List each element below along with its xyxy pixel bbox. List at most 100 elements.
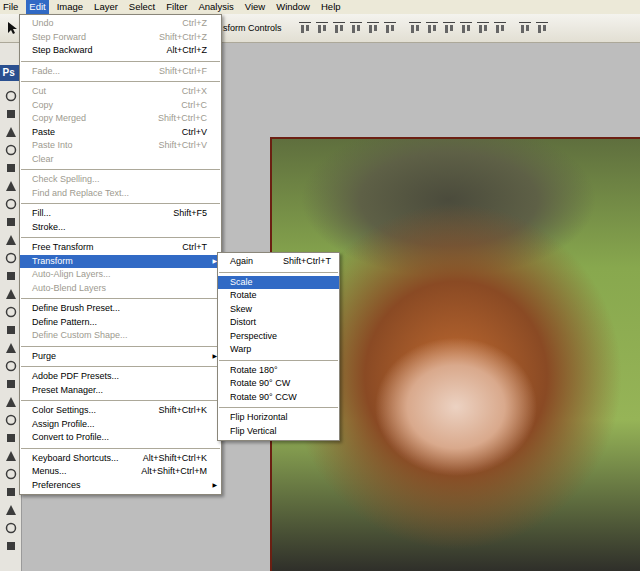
menu-bar-item[interactable]: View [242, 0, 268, 14]
tool-icon[interactable] [4, 413, 18, 427]
align-icon[interactable] [476, 21, 490, 35]
menu-bar-item[interactable]: Window [273, 0, 313, 14]
submenu-item[interactable]: Skew [218, 303, 339, 317]
menu-item[interactable]: Check Spelling... [20, 173, 221, 187]
menu-item[interactable]: Keyboard Shortcuts...Alt+Shift+Ctrl+K [20, 452, 221, 466]
menu-item[interactable]: Clear [20, 153, 221, 167]
move-tool-icon[interactable] [7, 21, 19, 35]
menu-item[interactable]: Define Custom Shape... [20, 329, 221, 343]
menu-bar-item[interactable]: File [0, 0, 21, 14]
menu-separator [21, 448, 220, 449]
align-icon[interactable] [425, 21, 439, 35]
tool-icon[interactable] [4, 485, 18, 499]
tool-icon[interactable] [4, 305, 18, 319]
tool-icon[interactable] [4, 341, 18, 355]
menu-separator [21, 400, 220, 401]
menu-separator [21, 169, 220, 170]
tool-icon[interactable] [4, 125, 18, 139]
submenu-item[interactable]: Warp [218, 343, 339, 357]
menu-bar-item[interactable]: Layer [91, 0, 121, 14]
tool-icon[interactable] [4, 89, 18, 103]
align-icon[interactable] [298, 21, 312, 35]
tool-icon[interactable] [4, 503, 18, 517]
menu-bar-item[interactable]: Analysis [195, 0, 236, 14]
menu-item[interactable]: Fade...Shift+Ctrl+F [20, 65, 221, 79]
tool-icon[interactable] [4, 395, 18, 409]
submenu-item[interactable]: Rotate [218, 289, 339, 303]
menu-item[interactable]: Step ForwardShift+Ctrl+Z [20, 31, 221, 45]
tool-icon[interactable] [4, 467, 18, 481]
menu-bar-item[interactable]: Filter [163, 0, 190, 14]
tool-icon[interactable] [4, 197, 18, 211]
menu-item[interactable]: Preset Manager... [20, 384, 221, 398]
menu-item[interactable]: Fill...Shift+F5 [20, 207, 221, 221]
align-buttons [290, 21, 549, 35]
menu-item[interactable]: UndoCtrl+Z [20, 17, 221, 31]
menu-item[interactable]: Step BackwardAlt+Ctrl+Z [20, 44, 221, 58]
tool-icon[interactable] [4, 431, 18, 445]
tool-icon[interactable] [4, 269, 18, 283]
transform-controls-label[interactable]: sform Controls [223, 23, 282, 33]
align-icon[interactable] [493, 21, 507, 35]
submenu-item[interactable]: Flip Horizontal [218, 411, 339, 425]
align-icon[interactable] [459, 21, 473, 35]
menu-item[interactable]: Assign Profile... [20, 418, 221, 432]
menu-item[interactable]: Find and Replace Text... [20, 187, 221, 201]
menu-item[interactable]: Define Brush Preset... [20, 302, 221, 316]
menu-separator [21, 366, 220, 367]
menu-bar-item[interactable]: Image [54, 0, 86, 14]
align-icon[interactable] [383, 21, 397, 35]
menu-item[interactable]: Purge▶ [20, 350, 221, 364]
tool-icon[interactable] [4, 521, 18, 535]
tool-icon[interactable] [4, 143, 18, 157]
tool-icon[interactable] [4, 161, 18, 175]
align-icon[interactable] [366, 21, 380, 35]
menu-item[interactable]: Adobe PDF Presets... [20, 370, 221, 384]
menu-item[interactable]: Define Pattern... [20, 316, 221, 330]
align-icon[interactable] [408, 21, 422, 35]
menu-item[interactable]: PasteCtrl+V [20, 126, 221, 140]
menu-item[interactable]: CopyCtrl+C [20, 99, 221, 113]
menu-item[interactable]: Convert to Profile... [20, 431, 221, 445]
align-icon[interactable] [535, 21, 549, 35]
align-icon[interactable] [518, 21, 532, 35]
submenu-item[interactable]: Rotate 90° CCW [218, 391, 339, 405]
submenu-item[interactable]: Flip Vertical [218, 425, 339, 439]
tool-icon[interactable] [4, 233, 18, 247]
tool-icon[interactable] [4, 449, 18, 463]
tool-icon[interactable] [4, 539, 18, 553]
menu-item[interactable]: Color Settings...Shift+Ctrl+K [20, 404, 221, 418]
menu-item[interactable]: Paste IntoShift+Ctrl+V [20, 139, 221, 153]
align-icon[interactable] [332, 21, 346, 35]
menu-item[interactable]: Auto-Blend Layers [20, 282, 221, 296]
menu-item[interactable]: Preferences▶ [20, 479, 221, 493]
tool-icon[interactable] [4, 377, 18, 391]
align-icon[interactable] [315, 21, 329, 35]
menu-item[interactable]: Menus...Alt+Shift+Ctrl+M [20, 465, 221, 479]
submenu-item[interactable]: Rotate 180° [218, 364, 339, 378]
submenu-item[interactable]: Scale [218, 276, 339, 290]
menu-bar-item[interactable]: Help [318, 0, 344, 14]
tool-icon[interactable] [4, 323, 18, 337]
submenu-item[interactable]: Rotate 90° CW [218, 377, 339, 391]
menu-bar-item[interactable]: Edit [26, 0, 48, 14]
submenu-item[interactable]: Perspective [218, 330, 339, 344]
menu-separator [21, 203, 220, 204]
align-icon[interactable] [442, 21, 456, 35]
menu-bar-item[interactable]: Select [126, 0, 158, 14]
tool-icon[interactable] [4, 287, 18, 301]
align-icon[interactable] [349, 21, 363, 35]
tool-icon[interactable] [4, 359, 18, 373]
menu-item[interactable]: CutCtrl+X [20, 85, 221, 99]
menu-item[interactable]: Auto-Align Layers... [20, 268, 221, 282]
submenu-item[interactable]: Distort [218, 316, 339, 330]
tool-icon[interactable] [4, 107, 18, 121]
menu-item[interactable]: Free TransformCtrl+T [20, 241, 221, 255]
menu-item[interactable]: Copy MergedShift+Ctrl+C [20, 112, 221, 126]
menu-item[interactable]: Stroke... [20, 221, 221, 235]
menu-item[interactable]: Transform▶ [20, 255, 221, 269]
tool-icon[interactable] [4, 179, 18, 193]
submenu-item[interactable]: AgainShift+Ctrl+T [218, 255, 339, 269]
tool-icon[interactable] [4, 215, 18, 229]
tool-icon[interactable] [4, 251, 18, 265]
